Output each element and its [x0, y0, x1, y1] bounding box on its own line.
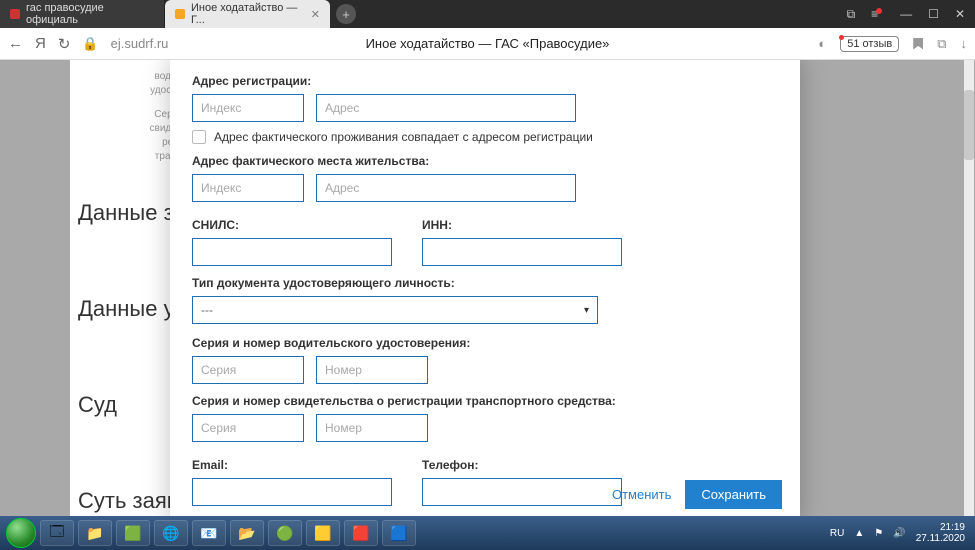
yandex-icon[interactable]: Я [35, 35, 46, 52]
menu-icon[interactable]: ≡ [871, 7, 884, 22]
doc-type-select[interactable]: --- ▾ [192, 296, 598, 324]
actual-address-label: Адрес фактического места жительства: [192, 154, 778, 168]
driver-license-label: Серия и номер водительского удостоверени… [192, 336, 778, 350]
address-bar: ← Я ↻ 🔒 ej.sudrf.ru Иное ходатайство — Г… [0, 28, 975, 60]
cancel-button[interactable]: Отменить [612, 487, 671, 502]
background-section-headings: Данные з Данные у Суд Суть заяв [78, 200, 178, 514]
taskbar-app-2[interactable]: 📁 [78, 520, 112, 546]
save-button[interactable]: Сохранить [685, 480, 782, 509]
window-close-icon[interactable]: ✕ [955, 7, 965, 22]
taskbar-app-10[interactable]: 🟦 [382, 520, 416, 546]
extensions-icon[interactable]: ⧉ [937, 36, 946, 52]
driver-number-input[interactable] [316, 356, 428, 384]
taskbar-app-7[interactable]: 🟢 [268, 520, 302, 546]
page-scrollbar-thumb[interactable] [964, 90, 974, 160]
reg-address-input[interactable] [316, 94, 576, 122]
vehicle-series-input[interactable] [192, 414, 304, 442]
page-viewport: водител удостове Серия и свидетел регист… [0, 60, 975, 516]
lock-icon: 🔒 [82, 36, 98, 52]
copy-icon[interactable]: ⧉ [847, 7, 856, 22]
phone-label: Телефон: [422, 458, 622, 472]
doc-type-label: Тип документа удостоверяющего личность: [192, 276, 778, 290]
reg-index-input[interactable] [192, 94, 304, 122]
tab-inactive[interactable]: гас правосудие официаль [0, 0, 165, 28]
windows-taskbar: 🗔 📁 🟩 🌐 📧 📂 🟢 🟨 🟥 🟦 RU ▲ ⚑ 🔊 21:19 27.11… [0, 516, 975, 550]
tab-active[interactable]: Иное ходатайство — Г... ✕ [165, 0, 330, 28]
window-controls: ⧉ ≡ — ☐ ✕ [837, 7, 975, 22]
maximize-icon[interactable]: ☐ [928, 7, 939, 22]
taskbar-app-1[interactable]: 🗔 [40, 520, 74, 546]
form-modal: Адрес регистрации: Адрес фактического пр… [170, 60, 800, 516]
tray-volume-icon[interactable]: 🔊 [893, 528, 905, 539]
inn-label: ИНН: [422, 218, 622, 232]
reload-icon[interactable]: ↻ [58, 35, 71, 53]
translate-icon[interactable]: ◐ [818, 36, 826, 51]
email-input[interactable] [192, 478, 392, 506]
system-tray: RU ▲ ⚑ 🔊 21:19 27.11.2020 [830, 522, 969, 544]
start-button[interactable] [6, 518, 36, 548]
email-label: Email: [192, 458, 392, 472]
new-tab-button[interactable]: + [336, 4, 356, 24]
url-text[interactable]: ej.sudrf.ru [111, 36, 169, 51]
tab-title: гас правосудие официаль [26, 2, 154, 26]
reviews-badge[interactable]: 51 отзыв [840, 36, 899, 52]
favicon-yandex [10, 9, 20, 19]
favicon-scales [175, 9, 185, 19]
tray-lang[interactable]: RU [830, 528, 844, 539]
download-icon[interactable]: ↓ [961, 36, 968, 51]
vehicle-number-input[interactable] [316, 414, 428, 442]
chevron-down-icon: ▾ [584, 305, 589, 316]
registration-address-label: Адрес регистрации: [192, 74, 778, 88]
tab-close-icon[interactable]: ✕ [311, 8, 320, 21]
same-address-label: Адрес фактического проживания совпадает … [214, 130, 593, 144]
bookmark-icon[interactable] [913, 38, 923, 50]
taskbar-app-8[interactable]: 🟨 [306, 520, 340, 546]
fact-address-input[interactable] [316, 174, 576, 202]
taskbar-app-6[interactable]: 📂 [230, 520, 264, 546]
fact-index-input[interactable] [192, 174, 304, 202]
taskbar-app-3[interactable]: 🟩 [116, 520, 150, 546]
tray-network-icon[interactable]: ⚑ [874, 528, 883, 539]
tab-title: Иное ходатайство — Г... [191, 2, 305, 26]
inn-input[interactable] [422, 238, 622, 266]
same-address-checkbox[interactable] [192, 130, 206, 144]
tray-flag-icon[interactable]: ▲ [854, 528, 864, 539]
snils-label: СНИЛС: [192, 218, 392, 232]
taskbar-app-9[interactable]: 🟥 [344, 520, 378, 546]
snils-input[interactable] [192, 238, 392, 266]
back-icon[interactable]: ← [8, 35, 23, 52]
minimize-icon[interactable]: — [900, 7, 912, 22]
page-title: Иное ходатайство — ГАС «Правосудие» [366, 36, 610, 51]
taskbar-app-5[interactable]: 📧 [192, 520, 226, 546]
taskbar-app-4[interactable]: 🌐 [154, 520, 188, 546]
tray-clock[interactable]: 21:19 27.11.2020 [916, 522, 969, 544]
vehicle-cert-label: Серия и номер свидетельства о регистраци… [192, 394, 778, 408]
driver-series-input[interactable] [192, 356, 304, 384]
doc-type-value: --- [201, 303, 213, 317]
phone-input[interactable] [422, 478, 622, 506]
browser-titlebar: гас правосудие официаль Иное ходатайство… [0, 0, 975, 28]
